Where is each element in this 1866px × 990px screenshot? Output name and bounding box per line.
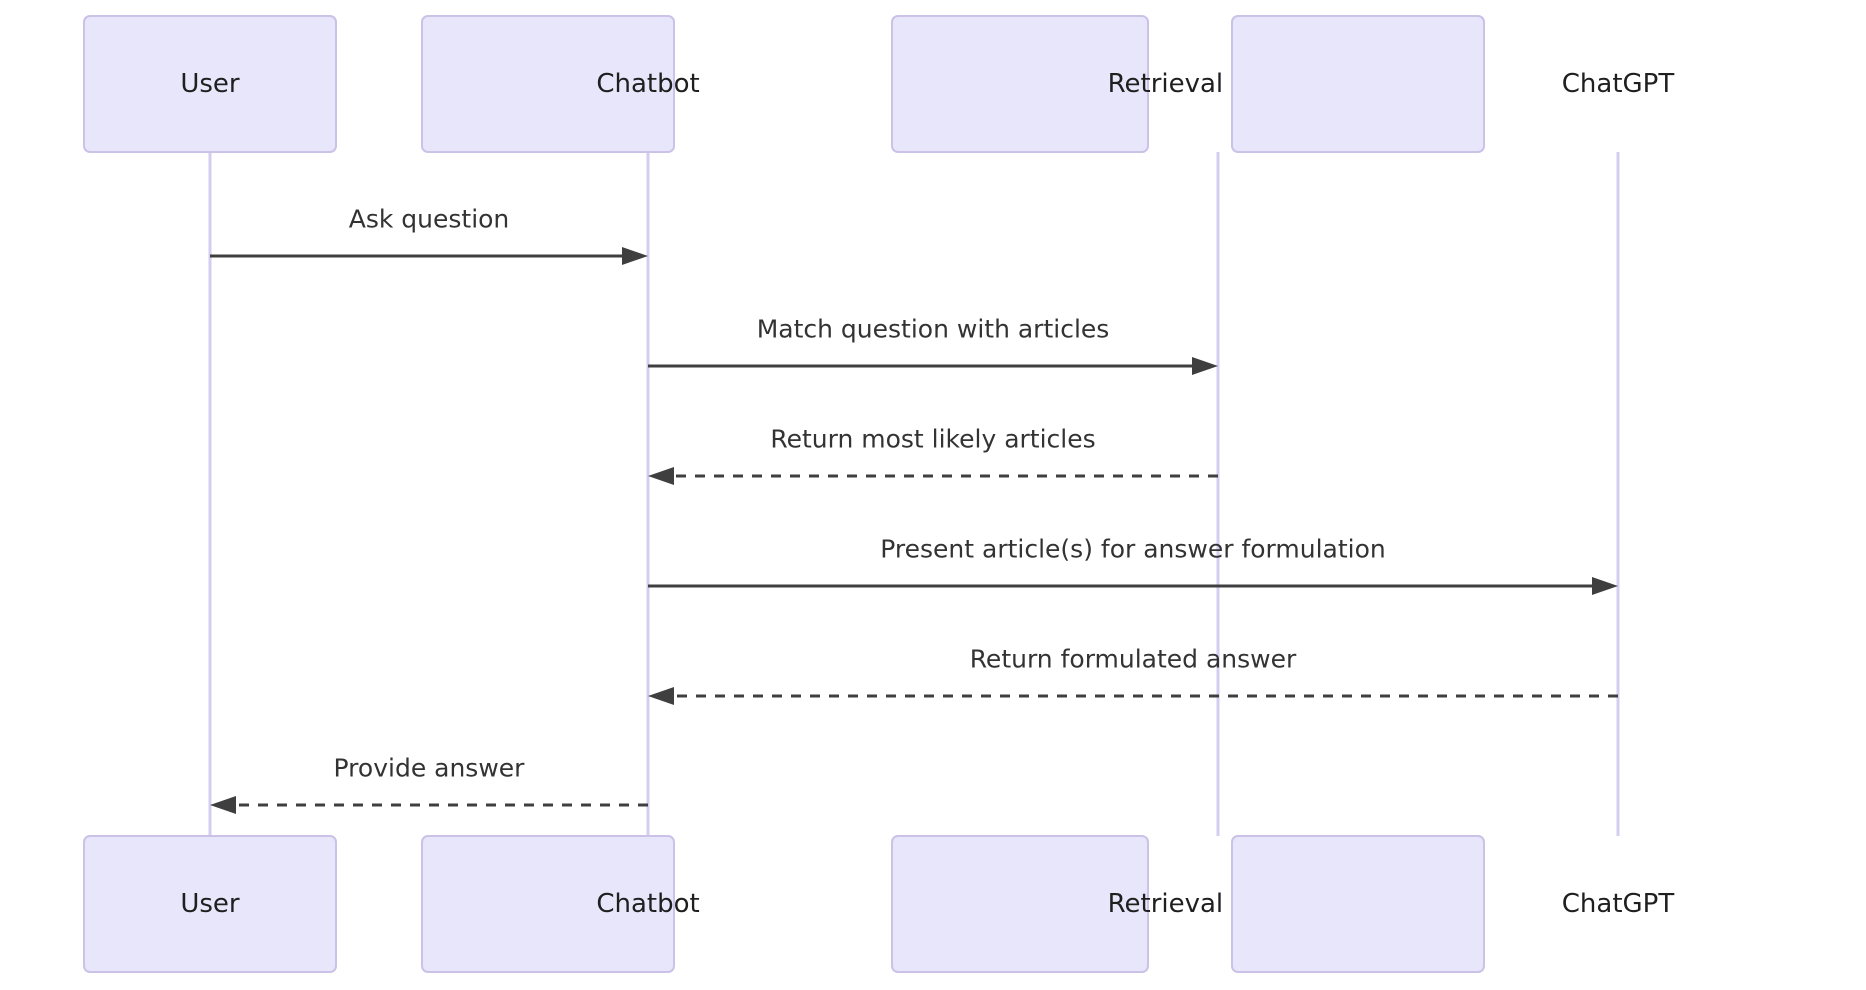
- sequence-diagram-canvas: User User Chatbot Chatbot Retrieval System Re…: [0, 0, 1866, 990]
- message-arrowhead-2: [1192, 357, 1218, 375]
- participant-label-user: User: [180, 69, 240, 99]
- participant-box-chatbot-bottom[interactable]: Chatbot: [421, 835, 700, 973]
- participant-label-chatgpt: ChatGPT: [1562, 69, 1675, 99]
- message-2-chatbot-to-retrieval[interactable]: Match question with articles: [648, 315, 1218, 376]
- participant-box-user-bottom[interactable]: User: [83, 835, 337, 973]
- message-arrowhead-4: [1592, 577, 1618, 595]
- messages-group: Ask question Match question with articles…: [210, 205, 1618, 815]
- sequence-diagram-svg: UserUserChatbotChatbotRetrieval SystemRe…: [83, 15, 1675, 973]
- participant-box-chatbot-top[interactable]: Chatbot: [421, 15, 700, 153]
- message-3-retrieval-to-chatbot[interactable]: Return most likely articles: [648, 425, 1218, 486]
- message-5-chatgpt-to-chatbot[interactable]: Return formulated answer: [648, 645, 1618, 706]
- participant-box-rect: [1231, 15, 1485, 153]
- participant-label-chatgpt: ChatGPT: [1562, 889, 1675, 919]
- participant-label-user: User: [180, 889, 240, 919]
- participant-box-chatgpt-top[interactable]: ChatGPT: [1231, 15, 1675, 153]
- message-arrowhead-3: [648, 467, 674, 485]
- message-label-6: Provide answer: [334, 754, 526, 783]
- message-6-chatbot-to-user[interactable]: Provide answer: [210, 754, 648, 815]
- participant-boxes-group: UserUserChatbotChatbotRetrieval SystemRe…: [83, 15, 1675, 973]
- participant-label-chatbot: Chatbot: [596, 889, 699, 919]
- participant-label-chatbot: Chatbot: [596, 69, 699, 99]
- message-label-1: Ask question: [349, 205, 510, 234]
- message-label-5: Return formulated answer: [970, 645, 1297, 674]
- message-label-3: Return most likely articles: [770, 425, 1095, 454]
- participant-box-chatgpt-bottom[interactable]: ChatGPT: [1231, 835, 1675, 973]
- message-arrowhead-1: [622, 247, 648, 265]
- participant-box-rect: [1231, 835, 1485, 973]
- message-label-2: Match question with articles: [757, 315, 1110, 344]
- message-arrowhead-6: [210, 796, 236, 814]
- message-label-4: Present article(s) for answer formulatio…: [880, 535, 1386, 564]
- message-1-user-to-chatbot[interactable]: Ask question: [210, 205, 648, 266]
- participant-box-user-top[interactable]: User: [83, 15, 337, 153]
- message-4-chatbot-to-chatgpt[interactable]: Present article(s) for answer formulatio…: [648, 535, 1618, 596]
- message-arrowhead-5: [648, 687, 674, 705]
